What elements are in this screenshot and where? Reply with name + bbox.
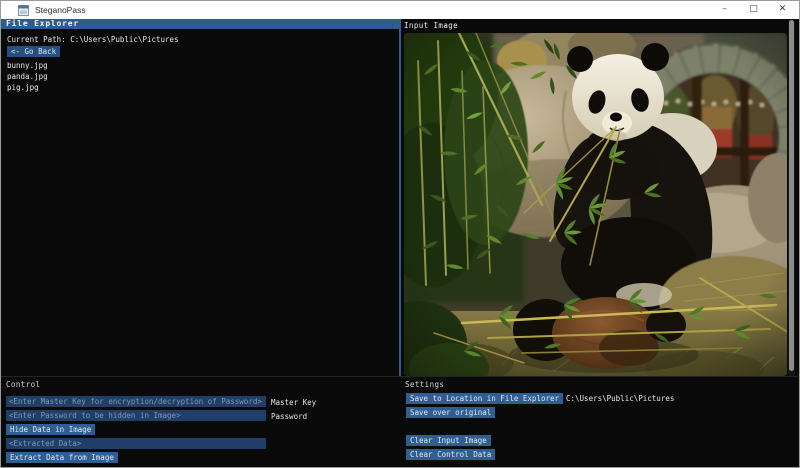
master-key-label: Master Key bbox=[271, 398, 316, 407]
extract-data-button[interactable]: Extract Data from Image bbox=[6, 452, 118, 463]
minimize-button[interactable]: – bbox=[710, 1, 739, 19]
save-location-path: C:\Users\Public\Pictures bbox=[566, 394, 674, 403]
app-icon bbox=[18, 5, 29, 16]
clear-input-image-button[interactable]: Clear Input Image bbox=[406, 435, 491, 446]
go-back-button[interactable]: <- Go Back bbox=[7, 46, 60, 57]
image-scrollbar[interactable] bbox=[788, 19, 795, 376]
panda-photo bbox=[404, 33, 787, 376]
file-item-panda[interactable]: panda.jpg bbox=[7, 71, 48, 82]
window-controls: – □ ✕ bbox=[710, 1, 797, 19]
password-input[interactable] bbox=[6, 410, 266, 421]
extracted-data-field[interactable] bbox=[6, 438, 266, 449]
clear-control-data-button[interactable]: Clear Control Data bbox=[406, 449, 495, 460]
input-image-header: Input Image bbox=[404, 20, 458, 32]
file-item-bunny[interactable]: bunny.jpg bbox=[7, 60, 48, 71]
window-title: SteganoPass bbox=[35, 5, 86, 15]
app-window: SteganoPass – □ ✕ File Explorer Current … bbox=[0, 0, 800, 468]
password-label: Password bbox=[271, 412, 307, 421]
control-header: Control bbox=[6, 380, 40, 389]
scrollbar-thumb[interactable] bbox=[789, 20, 794, 371]
save-over-original-button[interactable]: Save over original bbox=[406, 407, 495, 418]
current-path: Current Path: C:\Users\Public\Pictures bbox=[7, 35, 179, 44]
horizontal-divider bbox=[1, 376, 798, 377]
save-location-button[interactable]: Save to Location in File Explorer bbox=[406, 393, 563, 404]
panel-divider bbox=[399, 19, 401, 376]
current-path-label: Current Path: bbox=[7, 35, 70, 44]
master-key-input[interactable] bbox=[6, 396, 266, 407]
current-path-value: C:\Users\Public\Pictures bbox=[70, 35, 178, 44]
hide-data-button[interactable]: Hide Data in Image bbox=[6, 424, 95, 435]
input-image-view bbox=[404, 33, 787, 376]
settings-header: Settings bbox=[405, 380, 444, 389]
title-bar: SteganoPass – □ ✕ bbox=[1, 1, 799, 19]
file-explorer-header: File Explorer bbox=[1, 19, 399, 29]
file-item-pig[interactable]: pig.jpg bbox=[7, 82, 39, 93]
close-button[interactable]: ✕ bbox=[768, 1, 797, 19]
maximize-button[interactable]: □ bbox=[739, 1, 768, 19]
